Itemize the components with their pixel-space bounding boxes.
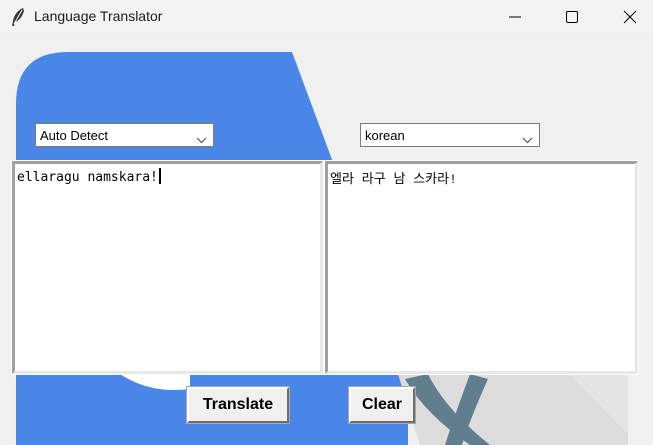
chevron-down-icon — [522, 132, 533, 147]
maximize-button[interactable] — [549, 0, 595, 34]
source-text: ellaragu namskara! — [17, 170, 158, 185]
source-language-value: Auto Detect — [40, 128, 108, 143]
title-bar: Language Translator — [0, 0, 653, 34]
minimize-icon — [509, 16, 521, 18]
minimize-button[interactable] — [492, 0, 538, 34]
chevron-down-icon — [196, 132, 207, 147]
clear-button[interactable]: Clear — [348, 386, 416, 424]
source-text-input[interactable]: ellaragu namskara! — [11, 160, 324, 375]
text-caret — [158, 168, 161, 184]
target-language-select[interactable]: korean — [360, 123, 540, 147]
translated-text: 엘라 라구 남 스카라! — [330, 172, 457, 187]
source-language-select[interactable]: Auto Detect — [35, 123, 214, 147]
feather-icon — [9, 7, 27, 27]
maximize-icon — [566, 11, 578, 23]
target-language-value: korean — [365, 128, 405, 143]
close-icon — [623, 10, 637, 24]
close-button[interactable] — [607, 0, 653, 34]
translated-text-output[interactable]: 엘라 라구 남 스카라! — [324, 160, 639, 375]
translate-button[interactable]: Translate — [186, 386, 290, 424]
window-title: Language Translator — [34, 8, 163, 24]
